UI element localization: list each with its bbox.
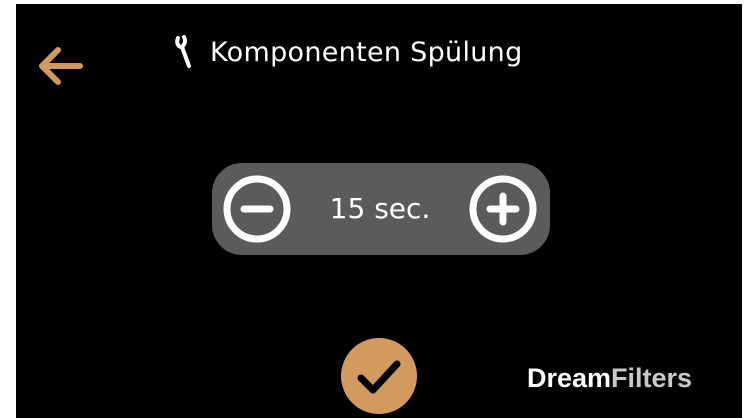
confirm-button[interactable] [341,338,417,414]
brand-logo-part2: Filters [611,363,693,393]
wrench-icon [175,35,191,68]
page-title: Komponenten Spülung [210,36,523,68]
brand-logo-part1: Dream [527,363,612,393]
decrement-button[interactable] [222,174,292,244]
duration-stepper: 15 sec. [212,163,550,255]
increment-button[interactable] [468,174,538,244]
plus-circle-icon [469,175,537,243]
checkmark-icon [341,338,417,414]
arrow-left-icon [39,47,83,85]
minus-circle-icon [223,175,291,243]
app-screen: Komponenten Spülung 15 sec. DreamFilters [16,4,742,418]
page-header: Komponenten Spülung [174,32,523,72]
duration-value: 15 sec. [329,192,431,225]
back-button[interactable] [36,44,88,88]
brand-logo: DreamFilters [527,363,692,394]
